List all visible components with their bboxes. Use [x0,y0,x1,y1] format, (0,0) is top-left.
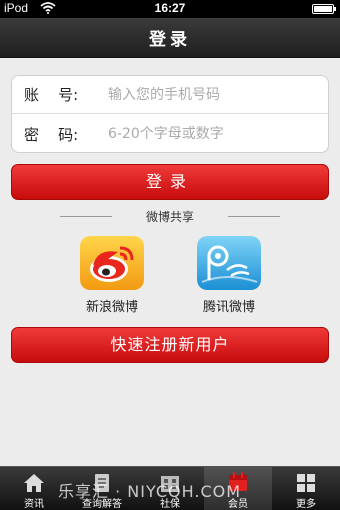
password-input[interactable] [108,126,318,142]
tab-more[interactable]: 更多 [272,467,340,510]
password-label: 密 码: [24,125,79,144]
share-sina-weibo[interactable]: 新浪微博 [72,236,152,315]
account-row: 账 号: [12,76,328,114]
tab-label: 会员 [228,499,248,510]
document-icon [68,467,136,493]
share-divider: 微博共享 [60,208,280,224]
calendar-icon [204,467,272,493]
grid-icon [272,467,340,493]
tab-label: 更多 [296,499,316,510]
account-input[interactable] [108,86,318,103]
status-bar: iPod 16:27 [0,0,340,18]
home-icon [0,467,68,493]
battery-icon [312,4,336,14]
share-item-label: 腾讯微博 [202,300,255,315]
password-row: 密 码: [12,115,328,153]
sina-weibo-icon [80,236,144,290]
share-heading: 微博共享 [145,209,194,224]
register-button[interactable]: 快速注册新用户 [11,327,329,363]
tab-label: 社保 [160,499,180,510]
login-button[interactable]: 登录 [11,164,329,200]
tab-label: 查询解答 [82,499,122,510]
building-icon [136,467,204,493]
battery-fill [314,6,332,12]
clock: 16:27 [154,1,186,15]
share-tencent-weibo[interactable]: 腾讯微博 [189,236,269,315]
divider-line-left [60,215,112,217]
divider-line-right [227,215,280,217]
account-label: 账 号: [24,86,79,104]
login-form: 账 号: 密 码: [11,75,329,153]
nav-bar: 登录 [0,18,340,58]
tencent-weibo-icon [197,236,261,290]
tab-social-security[interactable]: 社保 [136,467,204,510]
tab-qa[interactable]: 查询解答 [68,467,136,510]
tab-member[interactable]: 会员 [204,467,272,510]
tab-bar: 资讯 查询解答 社保 会员 更多 [0,466,340,510]
page-title: 登录 [149,30,191,50]
tab-news[interactable]: 资讯 [0,467,68,510]
share-item-label: 新浪微博 [85,300,138,315]
tab-label: 资讯 [24,499,44,510]
